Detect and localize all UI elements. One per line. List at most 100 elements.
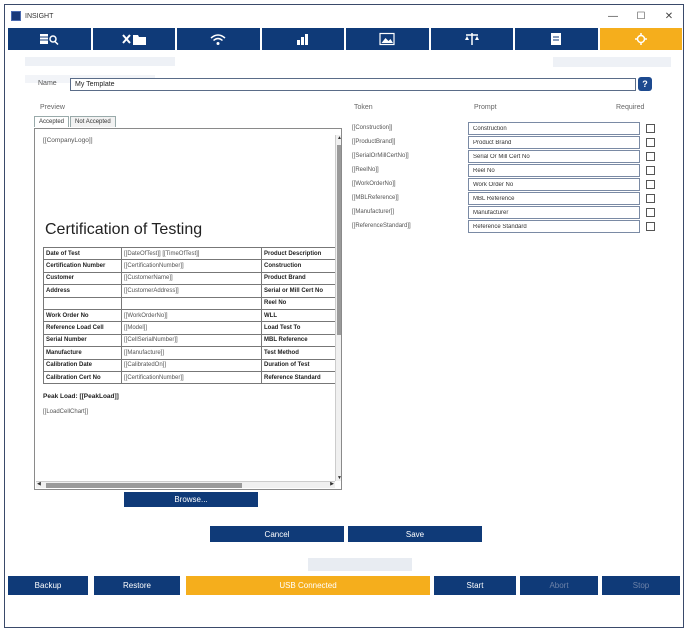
stop-button[interactable]: Stop: [602, 576, 680, 595]
required-checkbox[interactable]: [646, 208, 655, 217]
row-token: [121, 296, 262, 310]
scroll-down-icon[interactable]: ▼: [337, 475, 341, 481]
restore-button[interactable]: Restore: [94, 576, 180, 595]
template-name-input[interactable]: [70, 78, 636, 91]
start-button[interactable]: Start: [434, 576, 516, 595]
row-label-right: Reference Standard: [261, 370, 341, 385]
row-label-right: WLL: [261, 308, 341, 323]
horizontal-scroll-thumb[interactable]: [46, 483, 242, 488]
token-name: [[ReelNo]]: [352, 167, 379, 173]
token-row: [[ProductBrand]]: [0, 136, 688, 150]
table-row: Manufacture [[Manufacture]] Test Method: [43, 346, 341, 360]
token-row: [[ReferenceStandard]]: [0, 220, 688, 234]
wifi-icon: [210, 34, 226, 45]
scroll-left-icon[interactable]: ◀: [37, 481, 41, 487]
row-label: Calibration Cert No: [43, 370, 122, 385]
row-label-right: Product Description: [261, 246, 341, 261]
preview-label: Preview: [40, 104, 65, 111]
row-label-right: Serial or Mill Cert No: [261, 284, 341, 298]
prompt-input[interactable]: [468, 136, 640, 149]
row-token: [[CertificationNumber]]: [121, 259, 262, 273]
row-token: [[CalibratedOn]]: [121, 358, 262, 372]
row-token: [[CustomerName]]: [121, 271, 262, 286]
database-search-icon: [40, 34, 59, 46]
row-label-right: Duration of Test: [261, 358, 341, 372]
table-row: Date of Test [[DateOfTest]] [[TimeOfTest]…: [43, 246, 341, 261]
prompt-column-header: Prompt: [474, 104, 497, 111]
required-checkbox[interactable]: [646, 138, 655, 147]
usb-status: USB Connected: [186, 576, 430, 595]
token-name: [[WorkOrderNo]]: [352, 181, 396, 187]
prompt-input[interactable]: [468, 122, 640, 135]
token-row: [[WorkOrderNo]]: [0, 178, 688, 192]
app-logo-icon: [11, 11, 21, 21]
token-name: [[Construction]]: [352, 125, 393, 131]
preview-horizontal-scrollbar[interactable]: ◀ ▶: [36, 481, 335, 488]
prompt-input[interactable]: [468, 150, 640, 163]
browse-button[interactable]: Browse...: [124, 492, 258, 507]
row-token: [[CertificationNumber]]: [121, 370, 262, 385]
cancel-button[interactable]: Cancel: [210, 526, 344, 542]
app-title: INSIGHT: [25, 12, 54, 20]
prompt-input[interactable]: [468, 192, 640, 205]
backup-button[interactable]: Backup: [8, 576, 88, 595]
nav-database-search[interactable]: [8, 28, 91, 50]
faded-control: [308, 558, 412, 571]
certificate-table: Date of Test [[DateOfTest]] [[TimeOfTest]…: [43, 246, 341, 385]
row-label: Reference Load Cell: [43, 321, 122, 335]
help-icon[interactable]: ?: [638, 77, 652, 91]
token-name: [[ReferenceStandard]]: [352, 223, 411, 229]
prompt-input[interactable]: [468, 220, 640, 233]
row-token: [[DateOfTest]] [[TimeOfTest]]: [121, 246, 262, 261]
scroll-right-icon[interactable]: ▶: [330, 481, 334, 487]
row-label: Date of Test: [43, 246, 122, 261]
nav-scale[interactable]: [430, 28, 513, 50]
token-row: [[Construction]]: [0, 122, 688, 136]
prompt-input[interactable]: [468, 178, 640, 191]
prompt-input[interactable]: [468, 206, 640, 219]
row-token: [[CellSerialNumber]]: [121, 333, 262, 348]
nav-wifi[interactable]: [177, 28, 260, 50]
table-row: Reference Load Cell [[Model]] Load Test To: [43, 321, 341, 335]
close-button[interactable]: ✕: [655, 11, 683, 22]
required-checkbox[interactable]: [646, 124, 655, 133]
nav-document[interactable]: [515, 28, 598, 50]
row-label: Calibration Date: [43, 358, 122, 372]
required-checkbox[interactable]: [646, 180, 655, 189]
token-row: [[ReelNo]]: [0, 164, 688, 178]
title-bar: INSIGHT — ☐ ✕: [5, 5, 683, 27]
row-label: Customer: [43, 271, 122, 286]
minimize-button[interactable]: —: [599, 11, 627, 22]
abort-button[interactable]: Abort: [520, 576, 598, 595]
nav-chart[interactable]: [261, 28, 344, 50]
nav-image[interactable]: [346, 28, 429, 50]
prompt-input[interactable]: [468, 164, 640, 177]
save-button[interactable]: Save: [348, 526, 482, 542]
tools-folder-icon: [121, 34, 146, 45]
faded-toolbar: [553, 57, 671, 67]
bottom-toolbar: Backup Restore USB Connected Start Abort…: [8, 576, 682, 595]
row-label: [43, 296, 122, 310]
name-label: Name: [38, 80, 57, 87]
nav-settings[interactable]: [599, 28, 682, 50]
row-token: [[WorkOrderNo]]: [121, 308, 262, 323]
token-name: [[SerialOrMillCertNo]]: [352, 153, 409, 159]
row-token: [[Model]]: [121, 321, 262, 335]
image-icon: [379, 32, 395, 46]
row-label-right: Construction: [261, 259, 341, 273]
required-checkbox[interactable]: [646, 166, 655, 175]
token-row: [[SerialOrMillCertNo]]: [0, 150, 688, 164]
required-checkbox[interactable]: [646, 222, 655, 231]
required-checkbox[interactable]: [646, 194, 655, 203]
required-checkbox[interactable]: [646, 152, 655, 161]
token-row: [[MBLReference]]: [0, 192, 688, 206]
faded-breadcrumb: [25, 57, 175, 66]
row-token: [[CustomerAddress]]: [121, 284, 262, 298]
row-label-right: Product Brand: [261, 271, 341, 286]
document-icon: [551, 33, 562, 45]
maximize-button[interactable]: ☐: [627, 11, 655, 22]
load-cell-chart-token: [[LoadCellChart]]: [43, 409, 89, 415]
row-label: Work Order No: [43, 308, 122, 323]
nav-tools-folder[interactable]: [92, 28, 175, 50]
main-nav: [8, 28, 682, 50]
